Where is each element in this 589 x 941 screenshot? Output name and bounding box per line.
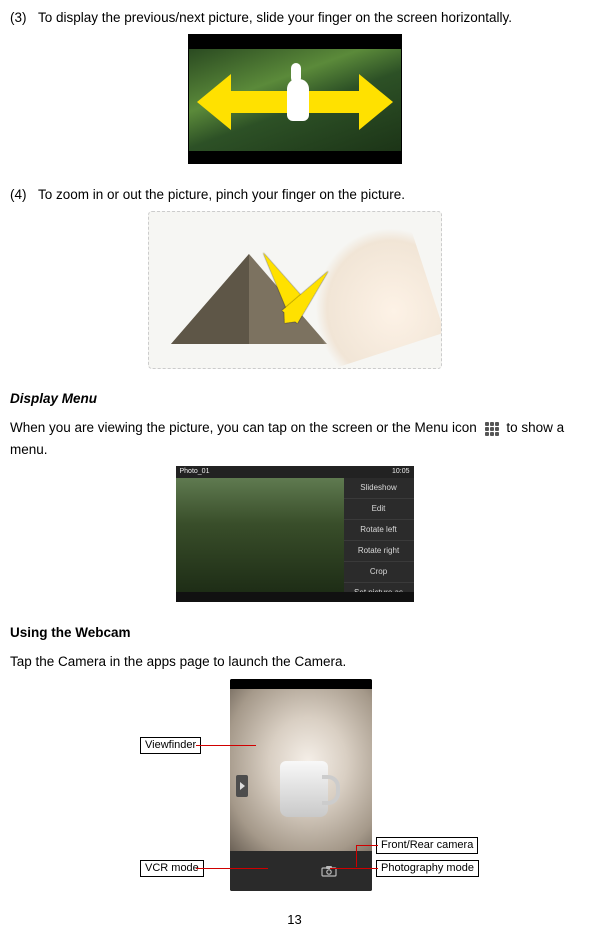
- step-text: To zoom in or out the picture, pinch you…: [38, 185, 579, 205]
- hand-icon: [287, 79, 309, 121]
- webcam-heading: Using the Webcam: [10, 623, 579, 643]
- menu-item[interactable]: Crop: [344, 562, 414, 583]
- photography-mode-icon[interactable]: [317, 859, 341, 883]
- callout-vcr-mode: VCR mode: [140, 860, 204, 877]
- figure-display-menu: Photo_01 10:05 Slideshow Edit Rotate lef…: [10, 466, 579, 608]
- callout-viewfinder: Viewfinder: [140, 737, 201, 754]
- display-menu-text: When you are viewing the picture, you ca…: [10, 417, 579, 460]
- callout-front-rear: Front/Rear camera: [376, 837, 478, 854]
- callout-line: [330, 868, 378, 869]
- callout-photo-mode: Photography mode: [376, 860, 479, 877]
- popup-menu: Slideshow Edit Rotate left Rotate right …: [344, 478, 414, 592]
- callout-line: [196, 745, 256, 746]
- topbar-title: Photo_01: [180, 467, 210, 478]
- menu-icon: [485, 422, 499, 436]
- step-number: (3): [10, 8, 38, 28]
- figure-pinch: [10, 211, 579, 375]
- menu-item[interactable]: Rotate right: [344, 541, 414, 562]
- callout-line: [356, 845, 378, 846]
- display-menu-text-a: When you are viewing the picture, you ca…: [10, 420, 477, 435]
- callout-line: [196, 868, 268, 869]
- callout-line: [356, 845, 357, 867]
- step-number: (4): [10, 185, 38, 205]
- page-number: 13: [0, 910, 589, 930]
- instruction-step-4: (4) To zoom in or out the picture, pinch…: [10, 185, 579, 205]
- menu-item[interactable]: Edit: [344, 499, 414, 520]
- menu-item[interactable]: Slideshow: [344, 478, 414, 499]
- webcam-text: Tap the Camera in the apps page to launc…: [10, 651, 579, 673]
- instruction-step-3: (3) To display the previous/next picture…: [10, 8, 579, 28]
- figure-camera: Viewfinder VCR mode Front/Rear camera Ph…: [10, 679, 579, 899]
- topbar-clock: 10:05: [392, 467, 410, 478]
- camera-controls: [230, 851, 372, 891]
- camera-viewfinder[interactable]: [230, 689, 372, 851]
- step-text: To display the previous/next picture, sl…: [38, 8, 579, 28]
- expand-handle-icon[interactable]: [236, 775, 248, 797]
- display-menu-heading: Display Menu: [10, 389, 579, 409]
- figure-swipe: [10, 34, 579, 170]
- menu-item[interactable]: Rotate left: [344, 520, 414, 541]
